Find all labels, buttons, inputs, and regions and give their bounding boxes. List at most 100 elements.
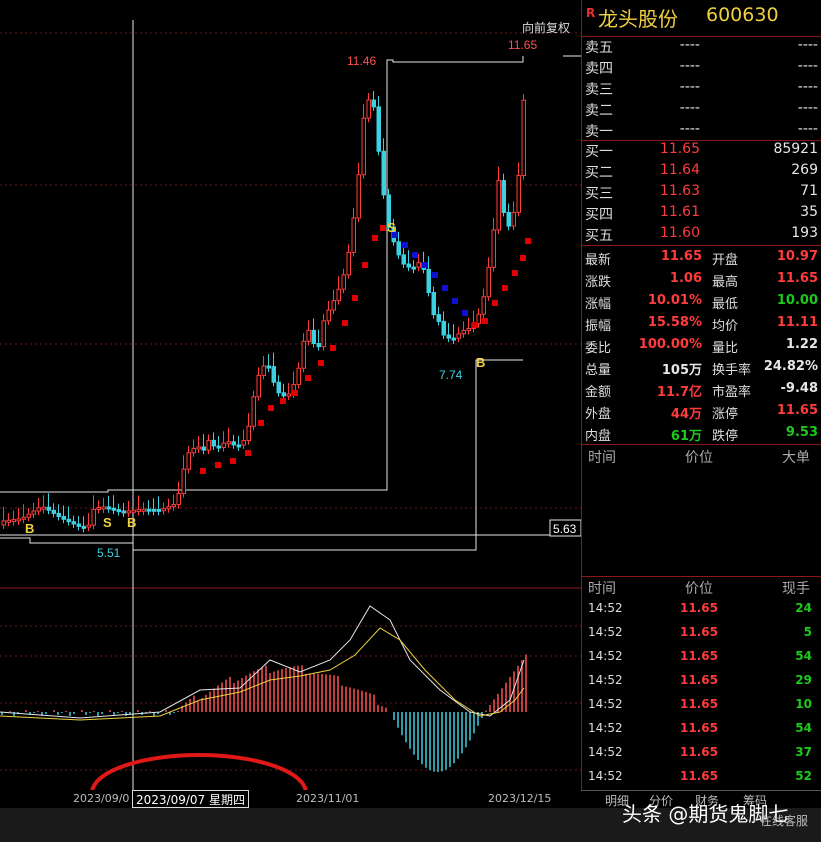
candle — [71, 521, 76, 525]
band-marker — [422, 262, 428, 268]
candle — [351, 217, 356, 253]
band-marker — [318, 360, 324, 366]
candle — [411, 266, 416, 270]
tick-row[interactable]: 14:52 11.65 24 — [582, 597, 821, 621]
date-tick: 2023/12/15 — [488, 792, 552, 805]
bid-row: 买五 11.60 193 — [582, 224, 821, 245]
candle — [251, 396, 256, 427]
ask-volume: ---- — [797, 100, 818, 116]
kline-chart[interactable]: 11.46 11.65 5.51 7.74 5.63 向前复权 B S B S … — [0, 0, 581, 790]
band-marker — [432, 272, 438, 278]
stat-row: 金额 11.7亿 市盈率 -9.48 — [582, 378, 821, 401]
candle — [131, 509, 136, 513]
stock-name: 龙头股份 — [598, 7, 678, 31]
tick-volume: 29 — [795, 673, 812, 687]
bid-volume: 269 — [791, 162, 818, 178]
candle — [371, 99, 376, 108]
stat-value: 10.00 — [776, 293, 818, 308]
tick-volume: 54 — [795, 721, 812, 735]
tick-row[interactable]: 14:52 11.65 5 — [582, 621, 821, 645]
candle — [206, 439, 211, 451]
stat-value: 10.01% — [647, 293, 702, 308]
candle — [466, 328, 471, 331]
ask-price: ---- — [679, 100, 700, 116]
band-marker — [258, 420, 264, 426]
adjust-mode[interactable]: 向前复权 — [522, 20, 570, 35]
low-label-2: 7.74 — [439, 368, 463, 382]
candle — [101, 506, 106, 510]
candle — [286, 393, 291, 397]
candle — [241, 440, 246, 446]
candle — [226, 441, 231, 445]
stat-label: 总量 — [585, 363, 612, 378]
stat-label: 跌停 — [712, 429, 739, 444]
high-label: 11.46 — [347, 54, 376, 68]
online-service[interactable]: 在线客服 — [760, 812, 808, 829]
stat-label: 市盈率 — [712, 385, 752, 400]
stat-row: 涨幅 10.01% 最低 10.00 — [582, 290, 821, 313]
tick-row[interactable]: 14:52 11.65 10 — [582, 693, 821, 717]
tick-row[interactable]: 14:52 11.65 29 — [582, 669, 821, 693]
tick-volume: 24 — [795, 601, 812, 615]
band-marker — [525, 238, 531, 244]
ask-row: 卖二 ---- ---- — [582, 99, 821, 120]
tick-volume: 37 — [795, 745, 812, 759]
col-big: 大单 — [782, 450, 810, 466]
tick-row[interactable]: 14:52 11.65 54 — [582, 645, 821, 669]
ask-row: 卖一 ---- ---- — [582, 120, 821, 141]
band-marker — [245, 450, 251, 456]
signal-buy-2: B — [127, 515, 136, 530]
band-marker — [268, 405, 274, 411]
level-line-upper — [0, 56, 524, 493]
candle — [106, 506, 111, 510]
kline-svg[interactable]: 11.46 11.65 5.51 7.74 5.63 向前复权 B S B S … — [0, 0, 581, 790]
stat-label: 开盘 — [712, 253, 739, 268]
tick-time: 14:52 — [588, 721, 623, 735]
bid-volume: 71 — [800, 183, 818, 199]
tick-volume: 52 — [795, 769, 812, 783]
candle — [486, 266, 491, 298]
ask-label: 卖四 — [585, 61, 613, 77]
col-hand: 现手 — [782, 581, 810, 597]
stat-row: 委比 100.00% 量比 1.22 — [582, 334, 821, 357]
tick-row[interactable]: 14:52 11.65 54 — [582, 717, 821, 741]
signal-buy-3: B — [476, 355, 485, 370]
stat-row: 振幅 15.58% 均价 11.11 — [582, 312, 821, 335]
tick-price: 11.65 — [680, 649, 718, 663]
band-marker — [442, 285, 448, 291]
stat-label: 最低 — [712, 297, 739, 312]
tick-time: 14:52 — [588, 697, 623, 711]
tick-row[interactable]: 14:52 11.65 52 — [582, 765, 821, 789]
band-marker — [215, 462, 221, 468]
ask-row: 卖四 ---- ---- — [582, 57, 821, 78]
candle — [176, 493, 181, 506]
band-marker — [492, 300, 498, 306]
candle — [301, 340, 306, 369]
tick-price: 11.65 — [680, 697, 718, 711]
candle — [256, 374, 261, 398]
bid-row: 买二 11.64 269 — [582, 161, 821, 182]
candle — [436, 314, 441, 322]
tick-time: 14:52 — [588, 625, 623, 639]
bid-price: 11.64 — [659, 162, 700, 178]
date-tick: 2023/11/01 — [296, 792, 360, 805]
tick-row[interactable]: 14:52 11.65 37 — [582, 741, 821, 765]
ask-volume: ---- — [797, 37, 818, 53]
band-marker — [372, 235, 378, 241]
stat-label: 量比 — [712, 341, 739, 356]
stat-label: 均价 — [712, 319, 739, 334]
signal-buy-1: B — [25, 521, 34, 536]
ask-label: 卖一 — [585, 124, 613, 140]
band-marker — [512, 270, 518, 276]
candle — [451, 337, 456, 341]
ask-label: 卖二 — [585, 103, 613, 119]
ticks-header: 时间 价位 现手 — [582, 578, 821, 598]
candle — [236, 444, 241, 448]
stat-label: 振幅 — [585, 319, 612, 334]
stat-row: 最新 11.65 开盘 10.97 — [582, 246, 821, 269]
candle — [321, 320, 326, 348]
tick-price: 11.65 — [680, 625, 718, 639]
candle — [196, 446, 201, 450]
bid-price: 11.61 — [659, 204, 700, 220]
latest-label: 11.65 — [508, 38, 537, 52]
